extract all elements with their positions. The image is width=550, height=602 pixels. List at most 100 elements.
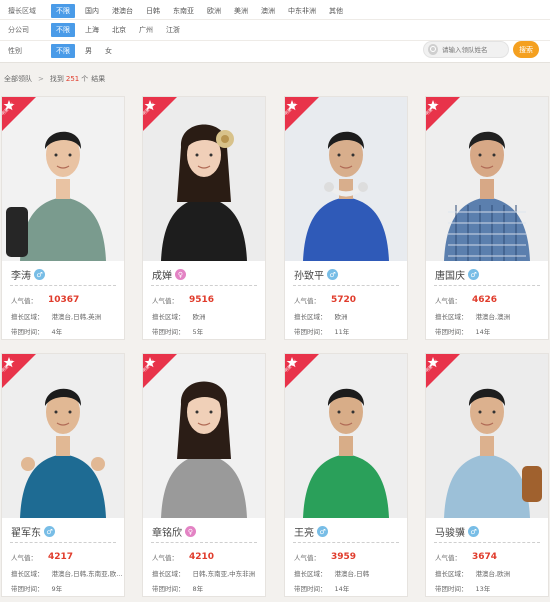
region-value: 欧洲 — [334, 313, 348, 321]
years-label: 带团时间： — [152, 585, 185, 593]
popularity-label: 人气值： — [11, 554, 37, 562]
filter-panel: 擅长区域 不限 国内 港澳台 日韩 东南亚 欧洲 美洲 澳洲 中东非洲 其他 分公司 不限 上海 北京… — [0, 0, 550, 63]
filter-option[interactable]: 东南亚 — [173, 6, 201, 16]
leader-name[interactable]: 李涛 — [11, 267, 31, 282]
years-row: 带团时间： 5年 — [152, 326, 203, 336]
star-badge: 明星领队 — [143, 97, 177, 131]
search-icon[interactable] — [428, 44, 438, 55]
filter-option[interactable]: 不限 — [51, 44, 75, 58]
male-icon: ♂ — [468, 526, 479, 537]
years-row: 带团时间： 11年 — [294, 326, 349, 336]
filter-option[interactable]: 女 — [105, 46, 119, 56]
leader-card[interactable]: 明星领队 唐国庆 ♂ 人气值： 4626 擅长区域： 港澳台,澳洲 带团时间： 14年 — [425, 96, 549, 340]
popularity-row: 人气值： 3674 — [435, 552, 497, 562]
years-value: 11年 — [334, 328, 350, 336]
search-input[interactable] — [442, 45, 508, 54]
search-button[interactable]: 搜索 — [513, 41, 539, 58]
result-suffix: 结果 — [91, 75, 106, 83]
region-label: 擅长区域： — [294, 570, 327, 578]
leader-card[interactable]: 明星领队 马骏骥 ♂ 人气值： 3674 擅长区域： 港澳台,欧洲 带团时间： 13年 — [425, 353, 549, 597]
leader-card[interactable]: 明星领队 成婵 ♀ 人气值： 9516 擅长区域： 欧洲 带团时间： 5年 — [142, 96, 266, 340]
years-row: 带团时间： 9年 — [11, 583, 62, 593]
region-label: 擅长区域： — [11, 570, 44, 578]
leader-name-row: 成婵 ♀ — [152, 267, 186, 282]
popularity-row: 人气值： 4217 — [11, 552, 73, 562]
search-box[interactable] — [423, 41, 509, 58]
filter-option[interactable]: 港澳台 — [112, 6, 140, 16]
filter-option[interactable]: 江浙 — [166, 25, 187, 35]
filter-option[interactable]: 不限 — [51, 23, 75, 37]
years-row: 带团时间： 13年 — [435, 583, 490, 593]
filter-option[interactable]: 澳洲 — [261, 6, 282, 16]
leader-card[interactable]: 明星领队 王亮 ♂ 人气值： 3959 擅长区域： 港澳台,日韩 带团时间： 14年 — [284, 353, 408, 597]
leader-name[interactable]: 章铭欣 — [152, 524, 182, 539]
breadcrumb-separator: > — [38, 75, 44, 83]
leader-name[interactable]: 马骏骥 — [435, 524, 465, 539]
divider — [434, 285, 540, 286]
leader-name-row: 孙致平 ♂ — [294, 267, 338, 282]
filter-label: 性别 — [8, 47, 22, 55]
region-row: 擅长区域： 港澳台,日韩,东南亚,欧... — [11, 568, 122, 578]
filter-option[interactable]: 广州 — [139, 25, 160, 35]
leader-name[interactable]: 孙致平 — [294, 267, 324, 282]
result-count: 251 — [65, 75, 80, 83]
leader-card[interactable]: 明星领队 章铭欣 ♀ 人气值： 4210 擅长区域： 日韩,东南亚,中东非洲 带团时间： 8年 — [142, 353, 266, 597]
region-row: 擅长区域： 港澳台,澳洲 — [435, 311, 510, 321]
filter-options: 不限男女 — [51, 44, 125, 58]
years-value: 14年 — [475, 328, 491, 336]
leader-card[interactable]: 明星领队 翟军东 ♂ 人气值： 4217 擅长区域： 港澳台,日韩,东南亚,欧... 带团时间… — [1, 353, 125, 597]
leader-name[interactable]: 唐国庆 — [435, 267, 465, 282]
region-row: 擅长区域： 港澳台,日韩 — [294, 568, 369, 578]
filter-option[interactable]: 中东非洲 — [288, 6, 323, 16]
region-value: 港澳台,日韩 — [334, 570, 370, 578]
divider — [293, 542, 399, 543]
filter-options: 不限 国内 港澳台 日韩 东南亚 欧洲 美洲 澳洲 中东非洲 其他 — [51, 4, 356, 18]
popularity-label: 人气值： — [11, 297, 37, 305]
years-row: 带团时间： 4年 — [11, 326, 62, 336]
years-row: 带团时间： 8年 — [152, 583, 203, 593]
years-value: 8年 — [192, 585, 204, 593]
years-value: 14年 — [334, 585, 350, 593]
star-badge: 明星领队 — [426, 97, 460, 131]
divider — [434, 542, 540, 543]
female-icon: ♀ — [175, 269, 186, 280]
filter-option[interactable]: 男 — [85, 46, 99, 56]
divider — [151, 542, 257, 543]
region-value: 港澳台,澳洲 — [475, 313, 511, 321]
filter-option[interactable]: 北京 — [112, 25, 133, 35]
region-value: 欧洲 — [192, 313, 206, 321]
region-label: 擅长区域： — [435, 570, 468, 578]
filter-option[interactable]: 其他 — [329, 6, 350, 16]
filter-label: 分公司 — [8, 26, 29, 34]
filter-option[interactable]: 美洲 — [234, 6, 255, 16]
male-icon: ♂ — [317, 526, 328, 537]
region-row: 擅长区域： 欧洲 — [152, 311, 206, 321]
search-area: 搜索 — [423, 41, 539, 58]
male-icon: ♂ — [327, 269, 338, 280]
breadcrumb: 全部领队 > 找到 251 个 结果 — [4, 74, 105, 84]
leader-name[interactable]: 翟军东 — [11, 524, 41, 539]
leader-name[interactable]: 成婵 — [152, 267, 172, 282]
filter-option[interactable]: 日韩 — [146, 6, 167, 16]
popularity-label: 人气值： — [152, 297, 178, 305]
years-value: 9年 — [51, 585, 63, 593]
region-row: 擅长区域： 港澳台,日韩,英洲 — [11, 311, 101, 321]
filter-option[interactable]: 上海 — [85, 25, 106, 35]
leader-name[interactable]: 王亮 — [294, 524, 314, 539]
years-label: 带团时间： — [294, 585, 327, 593]
filter-option[interactable]: 欧洲 — [207, 6, 228, 16]
leader-card[interactable]: 明星领队 孙致平 ♂ 人气值： 5720 擅长区域： 欧洲 带团时间： 11年 — [284, 96, 408, 340]
popularity-row: 人气值： 3959 — [294, 552, 356, 562]
leader-card[interactable]: 明星领队 李涛 ♂ 人气值： 10367 擅长区域： 港澳台,日韩,英洲 带团时间： 4年 — [1, 96, 125, 340]
region-row: 擅长区域： 欧洲 — [294, 311, 348, 321]
popularity-value: 3674 — [472, 552, 498, 562]
years-label: 带团时间： — [435, 328, 468, 336]
years-label: 带团时间： — [152, 328, 185, 336]
filter-option[interactable]: 不限 — [51, 4, 75, 18]
popularity-value: 4210 — [189, 552, 215, 562]
filter-option[interactable]: 国内 — [85, 6, 106, 16]
region-label: 擅长区域： — [294, 313, 327, 321]
region-value: 港澳台,日韩,英洲 — [51, 313, 102, 321]
star-badge: 明星领队 — [426, 354, 460, 388]
breadcrumb-root[interactable]: 全部领队 — [4, 74, 32, 84]
